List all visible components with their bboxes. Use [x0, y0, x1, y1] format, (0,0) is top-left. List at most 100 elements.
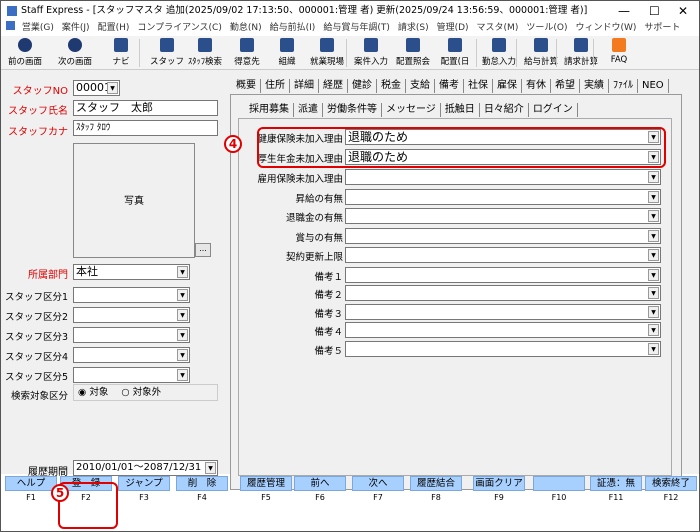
- chevron-down-icon[interactable]: ▼: [648, 324, 659, 336]
- chevron-down-icon[interactable]: ▼: [648, 249, 659, 261]
- field-select[interactable]: ▼: [345, 208, 661, 224]
- chevron-down-icon[interactable]: ▼: [648, 230, 659, 242]
- tab[interactable]: 健診: [348, 79, 377, 93]
- tab[interactable]: 社保: [464, 79, 493, 93]
- chevron-down-icon[interactable]: ▼: [648, 306, 659, 318]
- chevron-down-icon[interactable]: ▼: [648, 343, 659, 355]
- function-key-button[interactable]: [533, 476, 585, 491]
- tab[interactable]: 有休: [522, 79, 551, 93]
- chevron-down-icon[interactable]: ▼: [648, 171, 659, 183]
- toolbar-button[interactable]: スタッフ: [147, 38, 187, 67]
- tab[interactable]: NEO: [638, 79, 669, 93]
- tab[interactable]: 住所: [261, 79, 290, 93]
- close-icon[interactable]: ✕: [678, 1, 688, 21]
- toolbar-button[interactable]: ｽﾀｯﾌ検索: [185, 38, 225, 67]
- toolbar-button[interactable]: 就業現場: [307, 38, 347, 67]
- menu-item[interactable]: 勤怠(N): [230, 23, 262, 33]
- field-select[interactable]: ▼: [345, 228, 661, 244]
- tab[interactable]: 概要: [232, 79, 261, 93]
- function-key-button[interactable]: ヘルプ: [5, 476, 57, 491]
- function-key-button[interactable]: 検索終了: [645, 476, 697, 491]
- sub-tab[interactable]: 日々紹介: [480, 103, 529, 117]
- staff-category-select[interactable]: ▼: [73, 287, 190, 303]
- minimize-icon[interactable]: —: [618, 1, 630, 21]
- menu-item[interactable]: 請求(S): [398, 23, 429, 33]
- toolbar-button[interactable]: 前の画面: [3, 38, 47, 67]
- sub-tab[interactable]: ログイン: [529, 103, 578, 117]
- toolbar-button[interactable]: 次の画面: [53, 38, 97, 67]
- menu-item[interactable]: 配置(H): [98, 23, 130, 33]
- staff-category-select[interactable]: ▼: [73, 367, 190, 383]
- function-key-button[interactable]: 証憑：無: [590, 476, 642, 491]
- function-key-button[interactable]: 履歴結合: [410, 476, 462, 491]
- function-key-button[interactable]: 次へ: [352, 476, 404, 491]
- tab[interactable]: 備考: [435, 79, 464, 93]
- field-select[interactable]: ▼: [345, 267, 661, 283]
- sub-tab[interactable]: 採用募集: [245, 103, 294, 117]
- function-key-button[interactable]: ジャンプ: [118, 476, 170, 491]
- menu-item[interactable]: ウィンドウ(W): [575, 23, 636, 33]
- tab[interactable]: 経歴: [319, 79, 348, 93]
- field-select[interactable]: ▼: [345, 341, 661, 357]
- tab[interactable]: 雇保: [493, 79, 522, 93]
- tab[interactable]: 税金: [377, 79, 406, 93]
- chevron-down-icon[interactable]: ▼: [648, 210, 659, 222]
- function-key-button[interactable]: 前へ: [294, 476, 346, 491]
- radio-target[interactable]: ◉ 対象: [78, 387, 108, 398]
- menu-item[interactable]: 給与賞与年調(T): [323, 23, 390, 33]
- chevron-down-icon[interactable]: ▼: [107, 82, 118, 94]
- radio-non-target[interactable]: ○ 対象外: [121, 387, 161, 398]
- menu-item[interactable]: 案件(J): [62, 23, 90, 33]
- field-select[interactable]: ▼: [345, 247, 661, 263]
- tab[interactable]: ﾌｧｲﾙ: [609, 79, 638, 93]
- menu-item[interactable]: コンプライアンス(C): [137, 23, 222, 33]
- period-select[interactable]: 2010/01/01～2087/12/31 ▼: [73, 460, 218, 476]
- menu-item[interactable]: 営業(G): [22, 23, 54, 33]
- function-key-button[interactable]: 画面クリア: [473, 476, 525, 491]
- chevron-down-icon[interactable]: ▼: [205, 462, 216, 474]
- function-key-button[interactable]: 履歴管理: [240, 476, 292, 491]
- name-input[interactable]: スタッフ 太郎: [73, 100, 218, 116]
- sub-tab[interactable]: 抵触日: [441, 103, 480, 117]
- toolbar-button[interactable]: 組織: [267, 38, 307, 67]
- maximize-icon[interactable]: ☐: [649, 1, 660, 21]
- field-select[interactable]: ▼: [345, 304, 661, 320]
- menu-item[interactable]: マスタ(M): [477, 23, 519, 33]
- toolbar-button[interactable]: 得意先: [227, 38, 267, 67]
- menu-item[interactable]: 管理(D): [437, 23, 469, 33]
- sub-tab[interactable]: メッセージ: [382, 103, 441, 117]
- toolbar-button[interactable]: 配置(日: [435, 38, 475, 67]
- toolbar-button[interactable]: 案件入力: [351, 38, 391, 67]
- chevron-down-icon[interactable]: ▼: [177, 309, 188, 321]
- function-key-button[interactable]: 削 除: [176, 476, 228, 491]
- chevron-down-icon[interactable]: ▼: [177, 369, 188, 381]
- chevron-down-icon[interactable]: ▼: [177, 266, 188, 278]
- tab[interactable]: 希望: [551, 79, 580, 93]
- menu-item[interactable]: ツール(O): [526, 23, 567, 33]
- toolbar-button[interactable]: ナビ: [101, 38, 141, 67]
- chevron-down-icon[interactable]: ▼: [648, 287, 659, 299]
- chevron-down-icon[interactable]: ▼: [648, 269, 659, 281]
- chevron-down-icon[interactable]: ▼: [177, 349, 188, 361]
- toolbar-button[interactable]: 勤怠入力: [479, 38, 519, 67]
- photo-browse-button[interactable]: ...: [195, 243, 211, 257]
- toolbar-button[interactable]: 配置照会: [393, 38, 433, 67]
- toolbar-button[interactable]: FAQ: [599, 38, 639, 65]
- field-select[interactable]: ▼: [345, 169, 661, 185]
- field-select[interactable]: ▼: [345, 285, 661, 301]
- tab[interactable]: 詳細: [290, 79, 319, 93]
- chevron-down-icon[interactable]: ▼: [177, 289, 188, 301]
- kana-input[interactable]: ｽﾀｯﾌ ﾀﾛｳ: [73, 120, 218, 136]
- menu-item[interactable]: 給与前払(I): [270, 23, 316, 33]
- toolbar-button[interactable]: 請求計算: [561, 38, 601, 67]
- tab[interactable]: 実績: [580, 79, 609, 93]
- tab[interactable]: 支給: [406, 79, 435, 93]
- staff-no-select[interactable]: 000011 ▼: [73, 80, 120, 96]
- staff-category-select[interactable]: ▼: [73, 327, 190, 343]
- field-select[interactable]: ▼: [345, 189, 661, 205]
- staff-category-select[interactable]: ▼: [73, 347, 190, 363]
- chevron-down-icon[interactable]: ▼: [648, 191, 659, 203]
- sub-tab[interactable]: 労働条件等: [323, 103, 382, 117]
- staff-category-select[interactable]: ▼: [73, 307, 190, 323]
- sub-tab[interactable]: 派遣: [294, 103, 323, 117]
